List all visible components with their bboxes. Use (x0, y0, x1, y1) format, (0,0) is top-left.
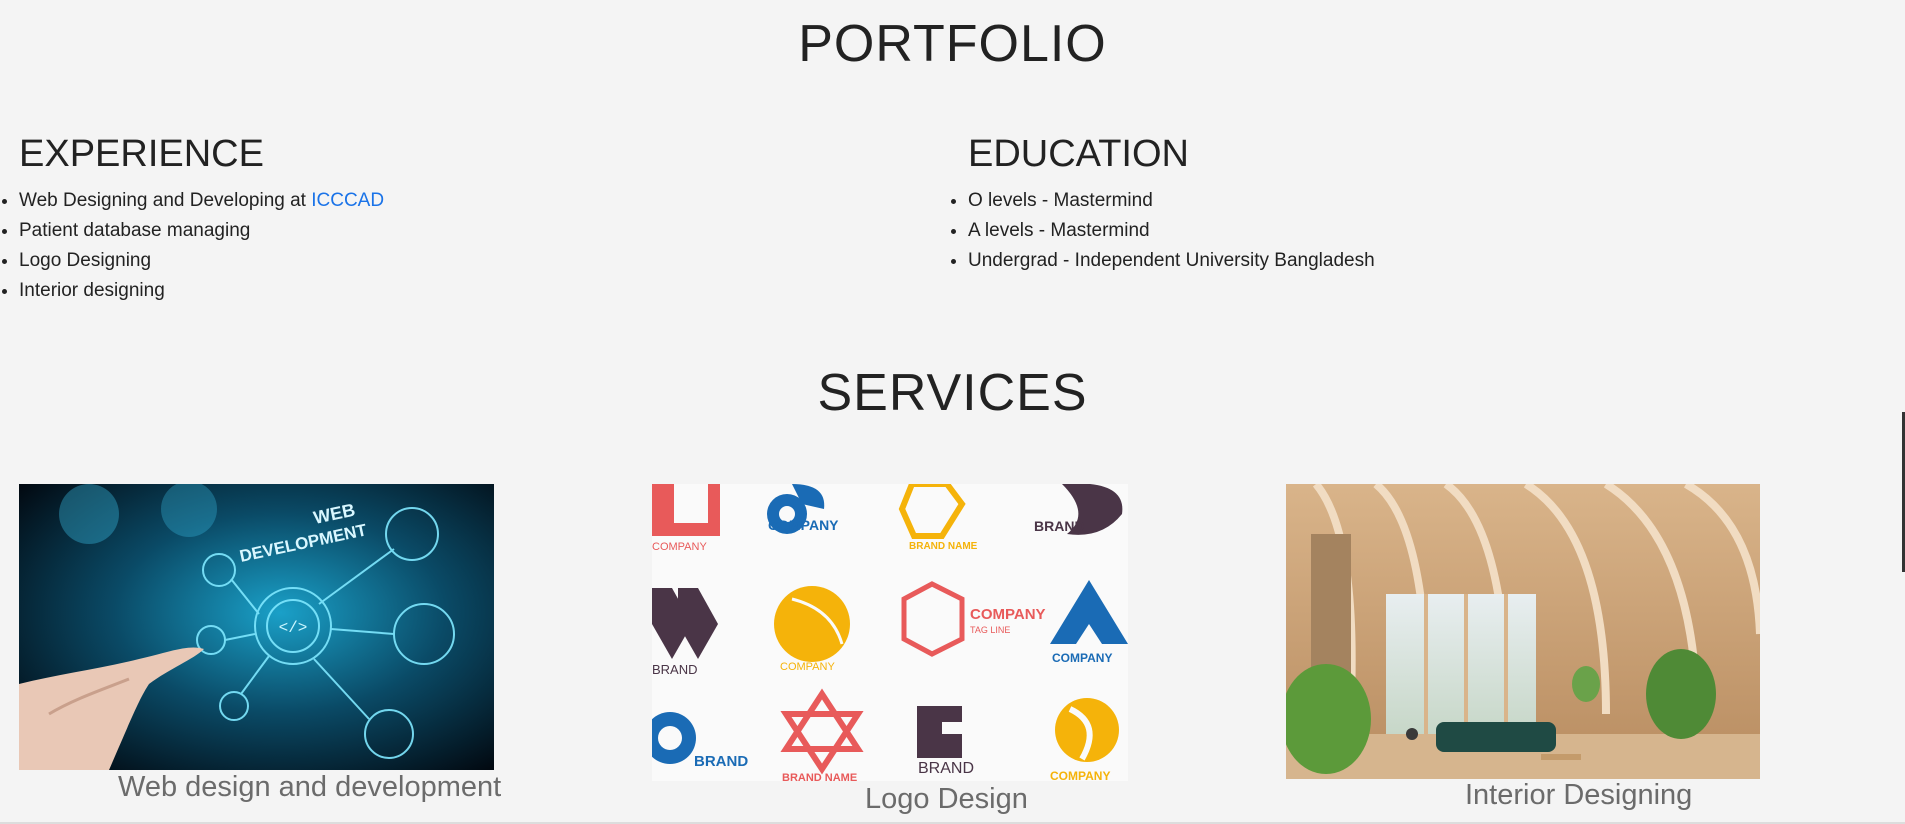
experience-item: Logo Designing (19, 246, 384, 276)
logo-text: COMPANY (780, 661, 835, 673)
web-design-caption: Web design and development (118, 771, 502, 803)
experience-item-text: Web Designing and Developing at (19, 190, 312, 211)
logo-text: COMPANY (1052, 651, 1112, 665)
logo-text: TAG LINE (970, 625, 1010, 635)
logo-text: BRAND NAME (909, 541, 978, 552)
education-heading: EDUCATION (968, 133, 1189, 175)
logo-design-caption: Logo Design (865, 783, 1028, 815)
logo-text: BRAND (694, 753, 748, 770)
logo-text: COMPANY (768, 517, 839, 533)
web-development-image: </> WEB DEVELOPMENT (19, 484, 494, 770)
education-item: Undergrad - Independent University Bangl… (968, 246, 1375, 276)
experience-item: Patient database managing (19, 216, 384, 246)
education-item: O levels - Mastermind (968, 186, 1375, 216)
logo-text: BRAND (652, 662, 698, 677)
experience-item-text: Logo Designing (19, 250, 152, 271)
logo-text: BRAND (1034, 518, 1085, 534)
experience-item: Interior designing (19, 276, 384, 306)
logo-text: COMPANY (652, 541, 707, 553)
education-item: A levels - Mastermind (968, 216, 1375, 246)
logo-design-image: COMPANY COMPANY BRAND NAME BRAND BRAND C… (652, 484, 1128, 781)
svg-text:</>: </> (279, 619, 308, 637)
icccad-link[interactable]: ICCCAD (311, 190, 384, 211)
logo-text: BRAND (918, 760, 974, 777)
experience-item-text: Interior designing (19, 280, 165, 301)
logo-text: COMPANY (1050, 769, 1110, 781)
experience-list: Web Designing and Developing at ICCCAD P… (0, 186, 384, 306)
experience-item: Web Designing and Developing at ICCCAD (19, 186, 384, 216)
education-list: O levels - Mastermind A levels - Masterm… (949, 186, 1375, 276)
experience-item-text: Patient database managing (19, 220, 251, 241)
logo-text: BRAND NAME (782, 772, 857, 781)
interior-design-caption: Interior Designing (1465, 779, 1693, 811)
services-title: SERVICES (817, 364, 1088, 422)
interior-design-image (1286, 484, 1760, 779)
experience-heading: EXPERIENCE (19, 133, 264, 175)
portfolio-title: PORTFOLIO (798, 15, 1107, 73)
logo-text: COMPANY (970, 606, 1046, 623)
